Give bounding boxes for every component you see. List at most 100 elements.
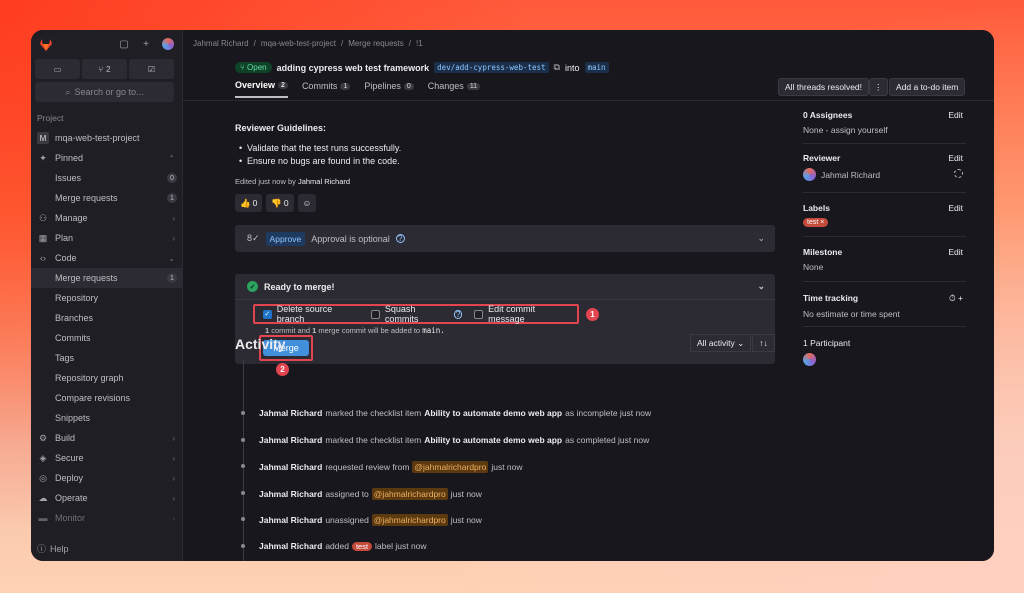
activity-controls: All activity ⌄ ↑↓ — [690, 334, 775, 352]
help-link[interactable]: ⓘ Help — [37, 542, 69, 555]
activity-filter-dropdown[interactable]: All activity ⌄ — [690, 334, 752, 352]
sidebar-item-code[interactable]: ‹› Code ⌄ — [31, 248, 182, 268]
label-badge[interactable]: test — [351, 541, 373, 551]
tab-pipelines[interactable]: Pipelines 0 — [364, 80, 414, 98]
copy-icon[interactable]: ⧉ — [554, 62, 560, 73]
sidebar-item-compare-revisions[interactable]: Compare revisions — [31, 388, 182, 408]
breadcrumb-merge-requests[interactable]: Merge requests — [348, 39, 404, 48]
breadcrumb-user[interactable]: Jahmal Richard — [193, 39, 249, 48]
sidebar-item-issues[interactable]: Issues 0 — [31, 168, 182, 188]
sidebar-item-plan[interactable]: ▦ Plan › — [31, 228, 182, 248]
edit-reviewer-link[interactable]: Edit — [948, 153, 963, 163]
reviewer-avatar[interactable] — [803, 168, 816, 181]
sidebar-item-merge-requests-pinned[interactable]: Merge requests 1 — [31, 188, 182, 208]
search-button[interactable]: ⌕ Search or go to... — [35, 82, 174, 102]
target-branch[interactable]: main — [584, 62, 609, 73]
approve-button[interactable]: Approve — [265, 231, 306, 246]
sidebar-item-build[interactable]: ⚙ Build › — [31, 428, 182, 448]
assign-yourself-link[interactable]: None - assign yourself — [803, 125, 963, 135]
sidebar-item-secure[interactable]: ◈ Secure › — [31, 448, 182, 468]
checkbox-checked[interactable]: ✓ — [263, 309, 272, 319]
entry-user[interactable]: Jahmal Richard — [259, 541, 322, 551]
edit-assignees-link[interactable]: Edit — [948, 110, 963, 120]
merge-status-header: ✓ Ready to merge! ⌄ — [235, 274, 775, 300]
more-actions-button[interactable]: ⋮ — [869, 78, 888, 96]
thumbs-down-button[interactable]: 👎 0 — [266, 194, 294, 212]
tab-commits[interactable]: Commits 1 — [302, 80, 351, 98]
item-label: Issues — [55, 173, 82, 183]
commit-count: 1 — [265, 326, 270, 335]
code-icon: ‹› — [40, 253, 46, 263]
threads-resolved-button[interactable]: All threads resolved! — [778, 78, 870, 96]
close-icon[interactable]: × — [820, 219, 824, 226]
item-label: Branches — [55, 313, 94, 323]
checkbox[interactable] — [474, 309, 484, 319]
merge-requests-tab[interactable]: ⑂ 2 — [82, 59, 127, 79]
item-label: Merge requests — [55, 193, 118, 203]
entry-text: just now — [491, 462, 523, 472]
participant-avatar[interactable] — [803, 353, 816, 366]
sidebar-item-pinned[interactable]: ✦ Pinned ⌃ — [31, 148, 182, 168]
sidebar-item-merge-requests[interactable]: Merge requests 1 — [31, 268, 182, 288]
entry-text: as completed just now — [565, 435, 650, 445]
squash-commits-checkbox[interactable]: Squash commits? — [371, 304, 463, 324]
thumbs-up-icon: 👍 — [240, 197, 251, 208]
sidebar-item-commits[interactable]: Commits — [31, 328, 182, 348]
help-icon[interactable]: ? — [395, 234, 405, 243]
user-mention[interactable]: @jahmalrichardpro — [371, 488, 448, 500]
edit-milestone-link[interactable]: Edit — [948, 247, 963, 257]
entry-user[interactable]: Jahmal Richard — [259, 462, 322, 472]
plus-icon[interactable]: + — [958, 293, 963, 303]
guidelines-list: Validate that the test runs successfully… — [239, 142, 401, 168]
checkbox[interactable] — [371, 309, 380, 319]
sidebar-item-operate[interactable]: ☁ Operate › — [31, 488, 182, 508]
sidebar-item-tags[interactable]: Tags — [31, 348, 182, 368]
activity-heading: Activity — [235, 336, 286, 352]
sidebar-item-manage[interactable]: ⚇ Manage › — [31, 208, 182, 228]
stopwatch-icon[interactable]: ⏱ — [949, 293, 956, 303]
user-mention[interactable]: @jahmalrichardpro — [412, 461, 489, 473]
add-todo-button[interactable]: Add a to-do item — [889, 78, 966, 96]
section-heading: 0 Assignees — [803, 110, 853, 120]
tab-changes[interactable]: Changes 11 — [428, 80, 481, 98]
count-badge: 1 — [167, 193, 177, 203]
label-chip[interactable]: test × — [803, 218, 829, 227]
sidebar-item-deploy[interactable]: ◎ Deploy › — [31, 468, 182, 488]
gitlab-logo-icon[interactable] — [39, 38, 53, 52]
item-label: Build — [55, 433, 76, 443]
breadcrumb-project[interactable]: mqa-web-test-project — [261, 39, 336, 48]
edit-commit-message-checkbox[interactable]: Edit commit message — [474, 304, 571, 324]
help-icon[interactable]: ? — [453, 309, 463, 319]
entry-object: Ability to automate demo web app — [424, 435, 563, 445]
reviewer-name[interactable]: Jahmal Richard — [821, 170, 880, 180]
user-mention[interactable]: @jahmalrichardpro — [371, 514, 448, 526]
user-avatar[interactable] — [162, 38, 174, 50]
chevron-down-icon[interactable]: ⌄ — [757, 281, 765, 292]
plus-icon[interactable]: + — [140, 38, 152, 50]
sidebar-item-repository[interactable]: Repository — [31, 288, 182, 308]
sidebar-item-monitor[interactable]: ▬ Monitor › — [31, 508, 182, 528]
edited-by[interactable]: Jahmal Richard — [298, 177, 350, 186]
entry-user[interactable]: Jahmal Richard — [259, 489, 322, 499]
sidebar-item-repository-graph[interactable]: Repository graph — [31, 368, 182, 388]
tab-count: 2 — [278, 81, 288, 89]
sidebar-item-branches[interactable]: Branches — [31, 308, 182, 328]
chevron-down-icon[interactable]: ⌄ — [757, 233, 765, 244]
breadcrumb-mr-id[interactable]: !1 — [416, 39, 423, 48]
edit-labels-link[interactable]: Edit — [948, 203, 963, 213]
todos-tab[interactable]: ☑ — [129, 59, 174, 79]
sidebar-item-snippets[interactable]: Snippets — [31, 408, 182, 428]
entry-user[interactable]: Jahmal Richard — [259, 435, 322, 445]
delete-source-checkbox[interactable]: ✓ Delete source branch — [263, 304, 359, 324]
thumbs-up-button[interactable]: 👍 0 — [235, 194, 263, 212]
sidebar-toggle-icon[interactable]: ▢ — [118, 38, 130, 50]
activity-entry: Jahmal Richard assigned to @jahmalrichardp… — [241, 488, 482, 500]
tab-overview[interactable]: Overview 2 — [235, 80, 288, 98]
issues-tab[interactable]: ▭ — [35, 59, 80, 79]
project-link[interactable]: Mmqa-web-test-project — [31, 128, 182, 148]
add-reaction-button[interactable]: ☺ — [297, 194, 317, 212]
entry-user[interactable]: Jahmal Richard — [259, 408, 322, 418]
sort-button[interactable]: ↑↓ — [752, 334, 775, 352]
source-branch[interactable]: dev/add-cypress-web-test — [434, 62, 549, 73]
entry-user[interactable]: Jahmal Richard — [259, 515, 322, 525]
